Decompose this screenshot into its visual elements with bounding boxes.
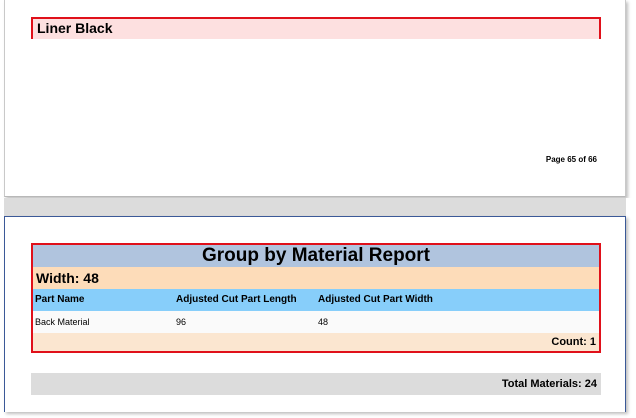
table-row: Back Material 96 48 <box>33 311 599 333</box>
report-title: Group by Material Report <box>33 245 599 267</box>
report-page-66: Group by Material Report Width: 48 Part … <box>4 216 626 412</box>
column-header-cut-width: Adjusted Cut Part Width <box>318 294 433 305</box>
total-materials: Total Materials: 24 <box>31 373 601 395</box>
column-header-part-name: Part Name <box>35 294 85 305</box>
group-width-label: Width: 48 <box>33 267 599 289</box>
report-viewer: Liner Black Page 65 of 66 Group by Mater… <box>0 0 636 418</box>
group-header-band: Liner Black <box>31 17 601 39</box>
table-header-row: Part Name Adjusted Cut Part Length Adjus… <box>33 289 599 311</box>
column-header-cut-length: Adjusted Cut Part Length <box>176 294 297 305</box>
group-header-title: Liner Black <box>37 20 113 36</box>
page-number: Page 65 of 66 <box>545 155 597 164</box>
page-separator <box>0 198 636 216</box>
cell-part-name: Back Material <box>35 317 90 327</box>
report-page-65: Liner Black Page 65 of 66 <box>4 0 626 197</box>
group-count: Count: 1 <box>33 333 599 351</box>
page-separator-strip <box>4 198 626 216</box>
material-group-box: Group by Material Report Width: 48 Part … <box>31 243 601 353</box>
cell-cut-width: 48 <box>318 317 329 327</box>
cell-cut-length: 96 <box>176 317 187 327</box>
